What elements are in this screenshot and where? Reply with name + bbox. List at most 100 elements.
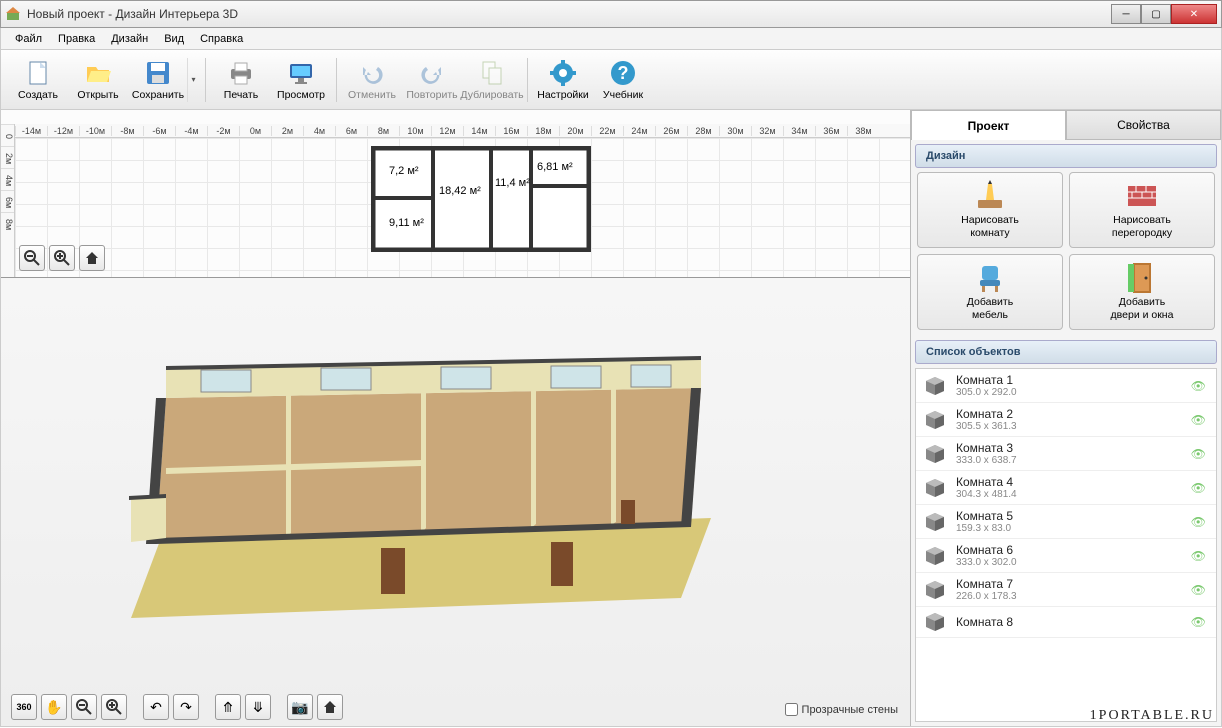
duplicate-icon [478,59,506,87]
workspace: -14м-12м-10м-8м-6м-4м-2м0м2м4м6м8м10м12м… [0,110,1222,727]
menu-view[interactable]: Вид [156,30,192,48]
save-dropdown[interactable]: ▾ [187,58,199,102]
zoom-in-icon [106,699,122,715]
titlebar: Новый проект - Дизайн Интерьера 3D ─ ▢ ✕ [0,0,1222,28]
zoom-out-icon [76,699,92,715]
svg-text:11,4 м²: 11,4 м² [495,177,530,189]
visibility-icon[interactable]: 👁 [1191,583,1206,597]
view-3d[interactable]: 360 ✋ ↶ ↷ ⤊ ⤋ 📷 Прозрачные стены [1,278,910,726]
menu-help[interactable]: Справка [192,30,251,48]
preview-button[interactable]: Просмотр [272,53,330,107]
home-3d[interactable] [317,694,343,720]
transparent-walls-input[interactable] [785,703,798,716]
floorplan-2d[interactable]: 7,2 м² 18,42 м² 11,4 м² 6,81 м² 9,11 м² [371,146,591,252]
list-item[interactable]: Комната 6333.0 x 302.0👁 [916,539,1216,573]
cube-icon [922,477,948,499]
undo-icon [358,59,386,87]
printer-icon [227,59,255,87]
separator [205,58,206,102]
gear-icon [549,59,577,87]
cube-icon [922,511,948,533]
rotate-left-button[interactable]: ↶ [143,694,169,720]
menu-design[interactable]: Дизайн [103,30,156,48]
zoom-in-2d[interactable] [49,245,75,271]
object-list[interactable]: Комната 1305.0 x 292.0👁Комната 2305.5 x … [915,368,1217,722]
cube-icon [922,611,948,633]
folder-open-icon [84,59,112,87]
camera-button[interactable]: 📷 [287,694,313,720]
menu-file[interactable]: Файл [7,30,50,48]
settings-button[interactable]: Настройки [534,53,592,107]
list-item[interactable]: Комната 2305.5 x 361.3👁 [916,403,1216,437]
design-section-header: Дизайн [915,144,1217,168]
transparent-walls-checkbox[interactable]: Прозрачные стены [785,703,898,716]
minimize-button[interactable]: ─ [1111,4,1141,24]
undo-button[interactable]: Отменить [343,53,401,107]
home-icon [322,699,338,715]
list-item[interactable]: Комната 8👁 [916,607,1216,638]
floppy-icon [144,59,172,87]
redo-icon [418,59,446,87]
visibility-icon[interactable]: 👁 [1191,615,1206,629]
ruler-horizontal: -14м-12м-10м-8м-6м-4м-2м0м2м4м6м8м10м12м… [15,124,910,138]
tutorial-button[interactable]: ? Учебник [594,53,652,107]
add-doors-button[interactable]: Добавить двери и окна [1069,254,1215,330]
home-icon [84,250,100,266]
visibility-icon[interactable]: 👁 [1191,481,1206,495]
zoom-controls-2d [19,245,105,271]
design-tools: Нарисовать комнату Нарисовать перегородк… [911,172,1221,336]
side-tabs: Проект Свойства [911,110,1221,140]
list-item[interactable]: Комната 3333.0 x 638.7👁 [916,437,1216,471]
redo-button[interactable]: Повторить [403,53,461,107]
draw-partition-button[interactable]: Нарисовать перегородку [1069,172,1215,248]
tab-properties[interactable]: Свойства [1066,110,1221,140]
monitor-icon [287,59,315,87]
window-title: Новый проект - Дизайн Интерьера 3D [27,7,1111,21]
model-3d [111,338,741,628]
cube-icon [922,545,948,567]
cube-icon [922,443,948,465]
list-item[interactable]: Комната 4304.3 x 481.4👁 [916,471,1216,505]
tab-project[interactable]: Проект [911,110,1066,140]
zoom-out-2d[interactable] [19,245,45,271]
open-button[interactable]: Открыть [69,53,127,107]
visibility-icon[interactable]: 👁 [1191,413,1206,427]
close-button[interactable]: ✕ [1171,4,1217,24]
cube-icon [922,375,948,397]
draw-room-button[interactable]: Нарисовать комнату [917,172,1063,248]
save-button[interactable]: Сохранить [129,53,187,107]
tilt-up-button[interactable]: ⤊ [215,694,241,720]
create-button[interactable]: Создать [9,53,67,107]
view-2d[interactable]: -14м-12м-10м-8м-6м-4м-2м0м2м4м6м8м10м12м… [1,110,910,278]
zoom-in-3d[interactable] [101,694,127,720]
tilt-down-button[interactable]: ⤋ [245,694,271,720]
add-furniture-button[interactable]: Добавить мебель [917,254,1063,330]
pan-button[interactable]: ✋ [41,694,67,720]
menu-edit[interactable]: Правка [50,30,103,48]
list-item[interactable]: Комната 5159.3 x 83.0👁 [916,505,1216,539]
visibility-icon[interactable]: 👁 [1191,549,1206,563]
cube-icon [922,409,948,431]
home-2d[interactable] [79,245,105,271]
brick-wall-icon [1126,180,1158,212]
zoom-in-icon [54,250,70,266]
visibility-icon[interactable]: 👁 [1191,447,1206,461]
rotate-360-button[interactable]: 360 [11,694,37,720]
list-item[interactable]: Комната 1305.0 x 292.0👁 [916,369,1216,403]
zoom-out-icon [24,250,40,266]
maximize-button[interactable]: ▢ [1141,4,1171,24]
list-item[interactable]: Комната 7226.0 x 178.3👁 [916,573,1216,607]
cube-icon [922,579,948,601]
rotate-right-button[interactable]: ↷ [173,694,199,720]
door-icon [1126,262,1158,294]
visibility-icon[interactable]: 👁 [1191,515,1206,529]
objects-section-header: Список объектов [915,340,1217,364]
svg-text:?: ? [618,63,629,83]
duplicate-button[interactable]: Дублировать [463,53,521,107]
svg-text:9,11 м²: 9,11 м² [389,217,424,229]
menubar: Файл Правка Дизайн Вид Справка [0,28,1222,50]
print-button[interactable]: Печать [212,53,270,107]
chair-icon [974,262,1006,294]
zoom-out-3d[interactable] [71,694,97,720]
visibility-icon[interactable]: 👁 [1191,379,1206,393]
